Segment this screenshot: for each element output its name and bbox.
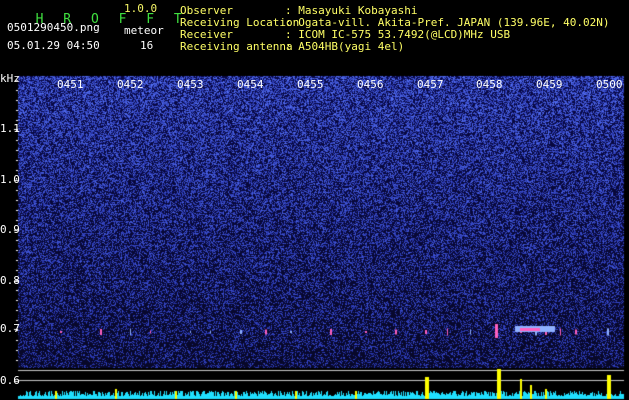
info-value-antenna: : A504HB(yagi 4el) bbox=[285, 40, 405, 53]
info-key-antenna: Receiving antenna bbox=[180, 40, 293, 53]
y-tick-label: 0.7 bbox=[0, 322, 20, 335]
time-tick-label: 0454 bbox=[237, 78, 264, 91]
time-tick-label: 0457 bbox=[417, 78, 444, 91]
time-tick-label: 0456 bbox=[357, 78, 384, 91]
time-tick-label: 0451 bbox=[57, 78, 84, 91]
time-tick-label: 0455 bbox=[297, 78, 324, 91]
meteor-count: 16 bbox=[140, 39, 154, 52]
y-axis-unit: kHz bbox=[0, 72, 20, 85]
y-tick-label: 0.9 bbox=[0, 223, 20, 236]
file-name: 0501290450.png bbox=[7, 21, 100, 34]
time-tick-label: 0458 bbox=[476, 78, 503, 91]
y-tick-label: 0.6 bbox=[0, 374, 20, 387]
date-time: 05.01.29 04:50 bbox=[7, 39, 100, 52]
time-tick-label: 0453 bbox=[177, 78, 204, 91]
meteor-label: meteor bbox=[124, 24, 164, 37]
time-tick-label: 0459 bbox=[536, 78, 563, 91]
y-tick-label: 1.0 bbox=[0, 173, 20, 186]
y-tick-label: 0.8 bbox=[0, 274, 20, 287]
y-tick-label: 1.1 bbox=[0, 122, 20, 135]
time-tick-label: 0452 bbox=[117, 78, 144, 91]
app-version: 1.0.0 bbox=[124, 2, 158, 15]
spectrogram-canvas bbox=[0, 0, 629, 400]
time-tick-label: 0500 bbox=[596, 78, 623, 91]
